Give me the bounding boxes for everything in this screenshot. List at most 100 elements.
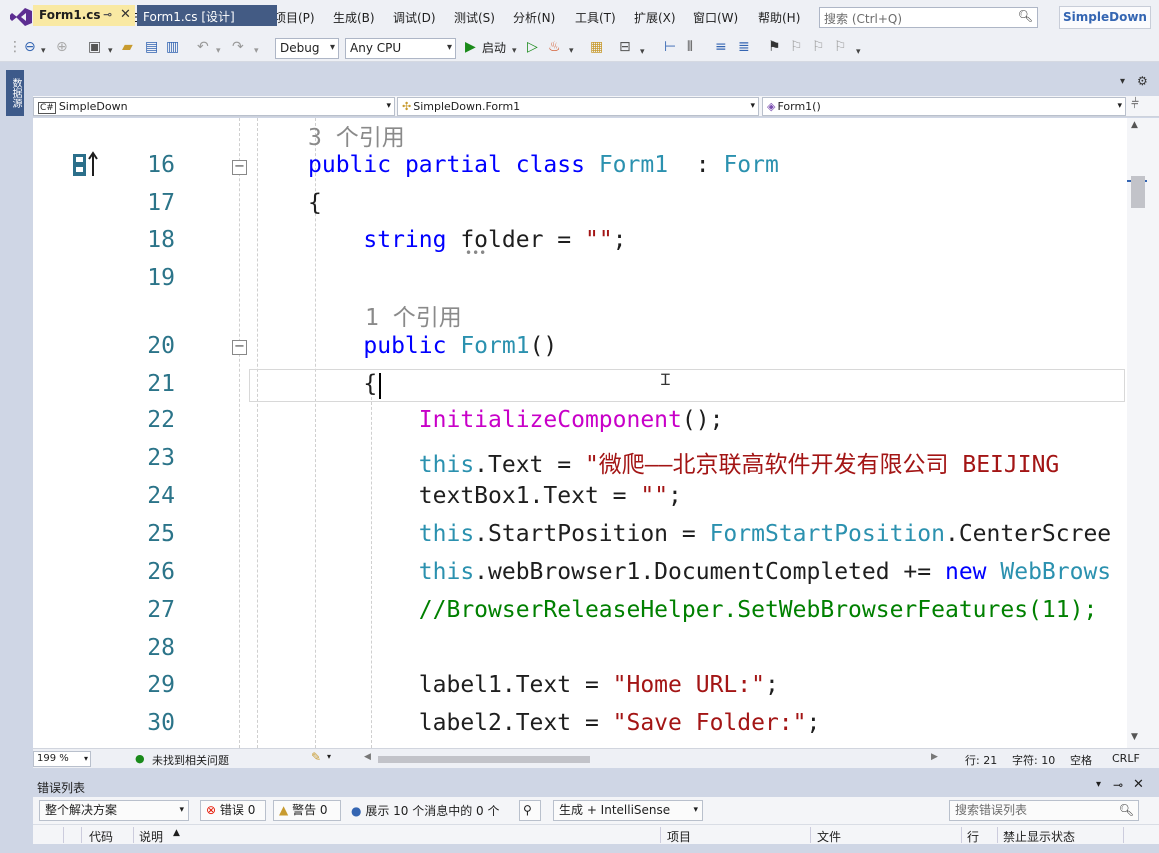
code-line[interactable]: label1.Text = "Home URL:";	[308, 672, 779, 698]
previous-bookmark-icon[interactable]: ⚐	[790, 39, 803, 55]
solution-platform-select[interactable]: Any CPU ▾	[345, 38, 456, 59]
error-list-title[interactable]: 错误列表	[37, 779, 85, 796]
code-line[interactable]: this.StartPosition = FormStartPosition.C…	[308, 521, 1111, 547]
split-window-icon[interactable]: ⫩	[1131, 96, 1139, 112]
tab-list-dropdown-icon[interactable]: ▾	[1120, 76, 1125, 87]
pin-icon[interactable]: ⊸	[1113, 778, 1123, 792]
new-project-icon[interactable]: ▣	[88, 39, 101, 55]
chevron-down-icon[interactable]: ▾	[327, 752, 331, 761]
navigate-back-icon[interactable]: ⊖	[24, 39, 36, 55]
layout-icon[interactable]: ⊟	[619, 39, 631, 55]
chevron-down-icon[interactable]: ▾	[569, 43, 574, 59]
filter-toggle-button[interactable]: ⚲	[519, 800, 541, 821]
line-number-status[interactable]: 行: 21	[965, 752, 997, 768]
chevron-down-icon[interactable]: ▾	[640, 44, 645, 60]
project-dropdown[interactable]: C# SimpleDown ▾	[33, 97, 395, 116]
column-header-project[interactable]: 项目	[667, 828, 691, 845]
tab-form1-cs[interactable]: Form1.cs ⊸ ✕	[33, 5, 135, 26]
whitespace-status[interactable]: 空格	[1070, 752, 1092, 768]
column-header-description[interactable]: 说明	[139, 828, 163, 845]
browser-link-icon[interactable]: ▦	[590, 39, 603, 55]
code-line[interactable]: this.Text = "微爬——北京联高软件开发有限公司 BEIJING	[308, 445, 1060, 479]
step-icon[interactable]: ⊢	[664, 39, 676, 55]
code-line[interactable]: public partial class Form1 : Form	[308, 152, 779, 178]
build-intellisense-select[interactable]: 生成 + IntelliSense ▾	[553, 800, 703, 821]
fold-toggle-constructor[interactable]: −	[232, 340, 247, 355]
redo-icon[interactable]: ↷	[232, 39, 244, 55]
code-cleanup-brush-icon[interactable]: ✎	[311, 750, 321, 764]
chevron-down-icon[interactable]: ▾	[108, 43, 113, 59]
tab-form1-designer[interactable]: Form1.cs [设计]	[137, 5, 277, 26]
chevron-down-icon[interactable]: ▾	[216, 43, 221, 59]
column-header-suppression[interactable]: 禁止显示状态	[1003, 828, 1075, 845]
visual-studio-logo-icon[interactable]	[10, 7, 32, 27]
column-header-code[interactable]: 代码	[89, 828, 113, 845]
toolbar-overflow-icon[interactable]: ▾	[856, 44, 861, 60]
column-header-file[interactable]: 文件	[817, 828, 841, 845]
member-dropdown[interactable]: ◈ Form1() ▾	[762, 97, 1126, 116]
code-line[interactable]: label2.Text = "Save Folder:";	[308, 710, 821, 736]
panel-options-icon[interactable]: ▾	[1096, 779, 1101, 790]
horizontal-scroll-thumb[interactable]	[378, 756, 590, 763]
errors-filter-button[interactable]: ⊗ 错误 0	[200, 800, 266, 821]
vertical-scrollbar[interactable]: ▲ ▼	[1127, 118, 1159, 748]
hot-reload-icon[interactable]: ♨	[548, 39, 561, 55]
char-number-status[interactable]: 字符: 10	[1012, 752, 1055, 768]
data-sources-side-tab[interactable]: 数据源	[6, 70, 24, 116]
start-without-debugging-icon[interactable]: ▷	[527, 39, 538, 55]
save-all-icon[interactable]: ▥	[166, 39, 179, 55]
error-list-search-input[interactable]: 搜索错误列表 🔍︎	[949, 800, 1139, 821]
menu-item[interactable]: 扩展(X)	[634, 9, 676, 26]
fold-toggle-class[interactable]: −	[232, 160, 247, 175]
scroll-down-icon[interactable]: ▼	[1131, 732, 1138, 742]
close-icon[interactable]: ✕	[1133, 777, 1144, 792]
format-icon[interactable]: ⫴	[687, 39, 693, 55]
menu-item[interactable]: 帮助(H)	[758, 9, 800, 26]
line-ending-status[interactable]: CRLF	[1112, 752, 1140, 765]
warnings-filter-button[interactable]: ▲ 警告 0	[273, 800, 341, 821]
menu-item[interactable]: 分析(N)	[513, 9, 555, 26]
reference-count-top[interactable]: 3 个引用	[308, 118, 405, 152]
scroll-up-icon[interactable]: ▲	[1131, 120, 1138, 130]
search-input[interactable]: 搜索 (Ctrl+Q) 🔍︎	[819, 7, 1038, 28]
pin-icon[interactable]: ⊸	[103, 8, 112, 21]
menu-item[interactable]: 测试(S)	[454, 9, 495, 26]
chevron-down-icon[interactable]: ▾	[512, 43, 517, 59]
start-debugging-icon[interactable]: ▶	[465, 39, 476, 55]
save-icon[interactable]: ▤	[145, 39, 158, 55]
menu-item[interactable]: 项目(P)	[274, 9, 315, 26]
suggestion-dots-icon[interactable]: •••	[465, 246, 486, 260]
close-icon[interactable]: ✕	[120, 7, 131, 22]
error-scope-select[interactable]: 整个解决方案 ▾	[39, 800, 189, 821]
scroll-right-icon[interactable]: ▶	[931, 752, 938, 762]
class-inheritance-icon[interactable]	[71, 150, 101, 180]
code-line[interactable]: textBox1.Text = "";	[308, 483, 682, 509]
settings-gear-icon[interactable]: ⚙	[1137, 74, 1148, 88]
comment-lines-icon[interactable]: ≡	[715, 39, 727, 55]
menu-item[interactable]: 工具(T)	[575, 9, 616, 26]
next-bookmark-icon[interactable]: ⚐	[812, 39, 825, 55]
messages-filter-button[interactable]: ● 展示 10 个消息中的 0 个	[351, 802, 499, 819]
menu-item[interactable]: 调试(D)	[393, 9, 436, 26]
clear-bookmarks-icon[interactable]: ⚐	[834, 39, 847, 55]
uncomment-lines-icon[interactable]: ≣	[738, 39, 750, 55]
undo-icon[interactable]: ↶	[197, 39, 209, 55]
code-line[interactable]: public Form1()	[308, 333, 557, 359]
start-button-label[interactable]: 启动	[482, 40, 506, 56]
code-line[interactable]: this.webBrowser1.DocumentCompleted += ne…	[308, 559, 1111, 585]
code-line[interactable]: InitializeComponent();	[308, 407, 724, 433]
zoom-select[interactable]: 199 % ▾	[33, 751, 91, 767]
reference-count-ctor[interactable]: 1 个引用	[365, 298, 462, 332]
code-line[interactable]: {	[308, 371, 377, 397]
issues-status[interactable]: 未找到相关问题	[152, 752, 229, 768]
chevron-down-icon[interactable]: ▾	[41, 43, 46, 59]
navigate-forward-icon[interactable]: ⊕	[56, 39, 68, 55]
type-dropdown[interactable]: ✣ SimpleDown.Form1 ▾	[397, 97, 759, 116]
vertical-scroll-thumb[interactable]	[1131, 176, 1145, 208]
solution-configuration-select[interactable]: Debug ▾	[275, 38, 339, 59]
open-file-icon[interactable]: ▰	[122, 39, 133, 55]
menu-item[interactable]: 生成(B)	[333, 9, 375, 26]
chevron-down-icon[interactable]: ▾	[254, 43, 259, 59]
code-line[interactable]: //BrowserReleaseHelper.SetWebBrowserFeat…	[308, 597, 1098, 623]
code-line[interactable]: {	[308, 190, 322, 216]
